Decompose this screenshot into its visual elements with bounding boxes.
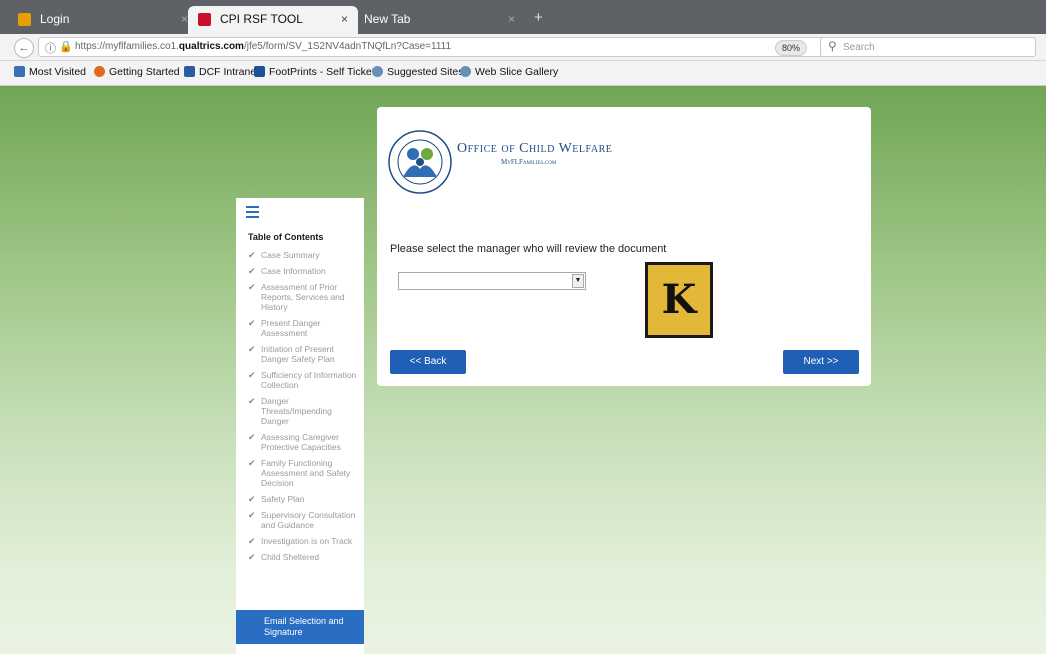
table-of-contents-panel: Table of Contents ✔ Case Summary ✔ Case In… xyxy=(236,198,364,654)
bookmark-web-slice-gallery[interactable]: Web Slice Gallery xyxy=(460,66,558,78)
bookmark-dcf-intranet[interactable]: DCF Intranet xyxy=(184,66,259,78)
check-icon: ✔ xyxy=(248,266,256,276)
close-icon[interactable]: × xyxy=(181,12,188,26)
check-icon: ✔ xyxy=(248,344,256,354)
tab-login[interactable]: Login × xyxy=(8,6,198,34)
dcf-seal-logo xyxy=(388,130,452,194)
tab-new-tab[interactable]: New Tab × xyxy=(340,6,525,34)
toc-item-case-information[interactable]: ✔ Case Information xyxy=(248,266,358,276)
check-icon: ✔ xyxy=(248,250,256,260)
logo-subtitle: MyFLFamilies.com xyxy=(501,158,557,166)
check-icon: ✔ xyxy=(248,494,256,504)
tab-cpi-rsf-tool[interactable]: CPI RSF TOOL × xyxy=(188,6,358,34)
toc-item-present-danger-assessment[interactable]: ✔ Present Danger Assessment xyxy=(248,318,358,338)
toc-item-danger-threats[interactable]: ✔ Danger Threats/Impending Danger xyxy=(248,396,358,426)
form-card: Office of Child Welfare MyFLFamilies.com… xyxy=(377,107,871,386)
tab-label: Login xyxy=(40,12,70,26)
bookmark-footprints[interactable]: FootPrints - Self Ticket xyxy=(254,66,375,78)
new-tab-button[interactable]: + xyxy=(534,9,543,26)
check-icon: ✔ xyxy=(248,282,256,292)
firefox-icon xyxy=(94,66,105,77)
info-icon[interactable]: ⓘ xyxy=(45,40,56,56)
search-placeholder: Search xyxy=(843,42,875,53)
toc-item-sufficiency-information[interactable]: ✔ Sufficiency of Information Collection xyxy=(248,370,358,390)
toc-item-safety-plan[interactable]: ✔ Safety Plan xyxy=(248,494,358,504)
check-icon: ✔ xyxy=(248,396,256,406)
tab-label: New Tab xyxy=(364,12,411,26)
search-icon: ⚲ xyxy=(828,39,837,53)
check-icon: ✔ xyxy=(248,458,256,468)
toc-item-initiation-safety-plan[interactable]: ✔ Initiation of Present Danger Safety Pla… xyxy=(248,344,358,364)
url-bar[interactable]: ⓘ 🔒 https://myflfamilies.co1.qualtrics.c… xyxy=(38,37,868,57)
check-icon: ✔ xyxy=(248,370,256,380)
check-icon: ✔ xyxy=(248,536,256,546)
toc-item-assessment-prior-reports[interactable]: ✔ Assessment of Prior Reports, Services a… xyxy=(248,282,358,312)
check-icon: ✔ xyxy=(248,318,256,328)
toc-list: ✔ Case Summary ✔ Case Information ✔ Assessm… xyxy=(248,250,358,568)
toc-item-case-summary[interactable]: ✔ Case Summary xyxy=(248,250,358,260)
browser-tab-bar: Login × CPI RSF TOOL × New Tab × + xyxy=(0,0,1046,34)
k-badge: K xyxy=(645,262,713,338)
back-button[interactable]: << Back xyxy=(390,350,466,374)
search-bar[interactable]: ⚲ Search xyxy=(820,37,1036,57)
dcf-icon xyxy=(184,66,195,77)
close-icon[interactable]: × xyxy=(508,12,515,26)
check-icon: ✔ xyxy=(248,432,256,442)
toc-item-child-sheltered[interactable]: ✔ Child Sheltered xyxy=(248,552,358,562)
bookmarks-bar: Most Visited Getting Started DCF Intrane… xyxy=(0,61,1046,86)
globe-icon xyxy=(372,66,383,77)
toc-item-family-functioning[interactable]: ✔ Family Functioning Assessment and Safet… xyxy=(248,458,358,488)
bookmark-icon xyxy=(14,66,25,77)
check-icon: ✔ xyxy=(248,510,256,520)
menu-icon[interactable] xyxy=(246,206,259,218)
zoom-level-badge[interactable]: 80% xyxy=(775,40,808,56)
tab-label: CPI RSF TOOL xyxy=(220,12,303,26)
back-arrow-icon[interactable]: ← xyxy=(14,38,34,58)
toc-item-investigation-on-track[interactable]: ✔ Investigation is on Track xyxy=(248,536,358,546)
footprints-icon xyxy=(254,66,265,77)
toc-title: Table of Contents xyxy=(248,232,324,242)
toc-item-email-selection-active[interactable]: Email Selection and Signature xyxy=(236,610,364,644)
globe-icon xyxy=(460,66,471,77)
page-background: Table of Contents ✔ Case Summary ✔ Case In… xyxy=(0,86,1046,654)
toc-item-supervisory-consultation[interactable]: ✔ Supervisory Consultation and Guidance xyxy=(248,510,358,530)
bookmark-most-visited[interactable]: Most Visited xyxy=(14,66,86,78)
bookmark-getting-started[interactable]: Getting Started xyxy=(94,66,180,78)
logo-title: Office of Child Welfare xyxy=(457,141,613,156)
toc-item-caregiver-capacities[interactable]: ✔ Assessing Caregiver Protective Capaciti… xyxy=(248,432,358,452)
browser-nav-bar: ← ⓘ 🔒 https://myflfamilies.co1.qualtrics… xyxy=(0,34,1046,61)
login-favicon-icon xyxy=(18,13,31,26)
chevron-down-icon[interactable]: ▼ xyxy=(572,274,584,288)
lock-icon: 🔒 xyxy=(59,41,73,53)
next-button[interactable]: Next >> xyxy=(783,350,859,374)
bookmark-suggested-sites[interactable]: Suggested Sites xyxy=(372,66,463,78)
manager-select-prompt: Please select the manager who will revie… xyxy=(390,243,667,255)
url-text: https://myflfamilies.co1.qualtrics.com/j… xyxy=(75,41,452,52)
manager-select-dropdown[interactable]: ▼ xyxy=(398,272,586,290)
check-icon: ✔ xyxy=(248,552,256,562)
cpi-favicon-icon xyxy=(198,13,211,26)
